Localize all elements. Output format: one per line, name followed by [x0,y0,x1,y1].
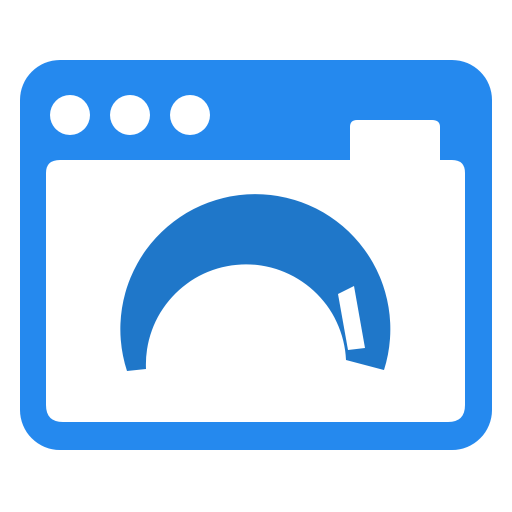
window-content-area [46,120,465,422]
browser-window-gauge-icon [0,0,512,512]
window-dot-1-icon [50,95,90,135]
browser-window-gauge-svg [20,60,492,450]
window-dot-2-icon [110,95,150,135]
window-dot-3-icon [170,95,210,135]
